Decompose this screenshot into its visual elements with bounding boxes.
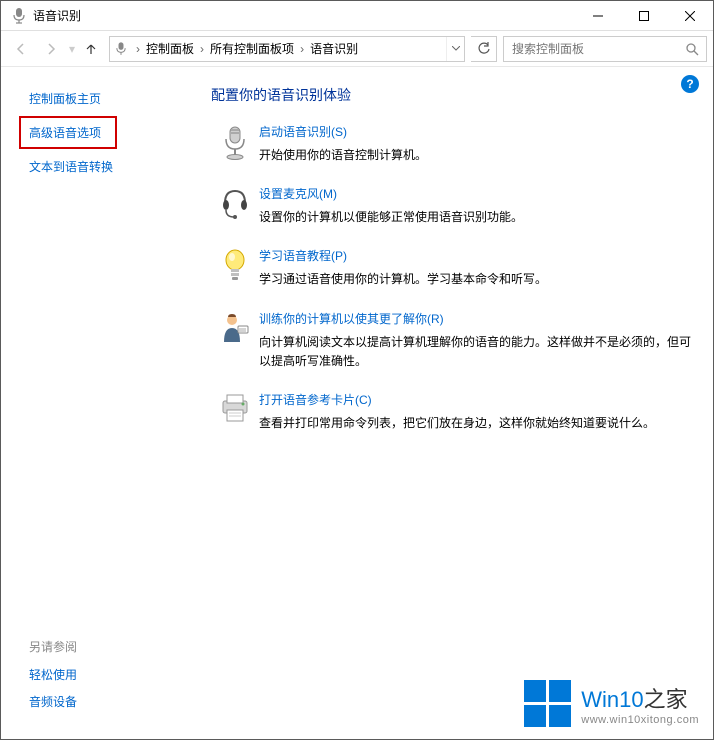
- chevron-right-icon[interactable]: ›: [196, 42, 208, 56]
- chevron-right-icon[interactable]: ›: [296, 42, 308, 56]
- sidebar-link-ease[interactable]: 轻松使用: [29, 661, 191, 688]
- option-link[interactable]: 启动语音识别(S): [259, 123, 347, 140]
- up-button[interactable]: [79, 37, 103, 61]
- search-box[interactable]: [503, 36, 707, 62]
- body: 控制面板主页 高级语音选项 文本到语音转换 另请参阅 轻松使用 音频设备 ? 配…: [1, 67, 713, 739]
- sidebar-link-audio[interactable]: 音频设备: [29, 688, 191, 715]
- sidebar-link-home[interactable]: 控制面板主页: [29, 85, 191, 112]
- chevron-right-icon[interactable]: ›: [132, 42, 144, 56]
- addressbar-mic-icon: [110, 42, 132, 56]
- option-tutorial: 学习语音教程(P) 学习通过语音使用你的计算机。学习基本命令和听写。: [211, 247, 693, 289]
- option-link[interactable]: 学习语音教程(P): [259, 247, 347, 264]
- option-train: 训练你的计算机以使其更了解你(R) 向计算机阅读文本以提高计算机理解你的语音的能…: [211, 310, 693, 371]
- option-setup-mic: 设置麦克风(M) 设置你的计算机以便能够正常使用语音识别功能。: [211, 185, 693, 227]
- person-icon: [211, 310, 259, 371]
- window-controls: [575, 1, 713, 31]
- address-bar[interactable]: › 控制面板 › 所有控制面板项 › 语音识别: [109, 36, 465, 62]
- option-link[interactable]: 训练你的计算机以使其更了解你(R): [259, 310, 444, 327]
- sidebar: 控制面板主页 高级语音选项 文本到语音转换 另请参阅 轻松使用 音频设备: [1, 67, 201, 739]
- refresh-button[interactable]: [471, 36, 497, 62]
- breadcrumb-part[interactable]: 所有控制面板项: [208, 40, 296, 57]
- option-reference: 打开语音参考卡片(C) 查看并打印常用命令列表，把它们放在身边，这样你就始终知道…: [211, 391, 693, 433]
- minimize-button[interactable]: [575, 1, 621, 31]
- address-dropdown[interactable]: [446, 37, 464, 61]
- option-desc: 设置你的计算机以便能够正常使用语音识别功能。: [259, 208, 693, 227]
- window: 语音识别 ▾ › 控制面板 › 所有控制面板项 › 语音识别: [0, 0, 714, 740]
- search-button[interactable]: [678, 37, 706, 61]
- option-desc: 查看并打印常用命令列表，把它们放在身边，这样你就始终知道要说什么。: [259, 414, 693, 433]
- titlebar: 语音识别: [1, 1, 713, 31]
- option-desc: 向计算机阅读文本以提高计算机理解你的语音的能力。这样做并不是必须的，但可以提高听…: [259, 333, 693, 371]
- option-start-speech: 启动语音识别(S) 开始使用你的语音控制计算机。: [211, 123, 693, 165]
- option-link[interactable]: 打开语音参考卡片(C): [259, 391, 372, 408]
- mic-icon: [11, 8, 27, 24]
- help-icon[interactable]: ?: [681, 75, 699, 93]
- see-also-heading: 另请参阅: [29, 638, 191, 655]
- search-input[interactable]: [504, 42, 678, 56]
- forward-button[interactable]: [37, 35, 65, 63]
- sidebar-spacer: [29, 180, 191, 638]
- headset-icon: [211, 185, 259, 227]
- option-desc: 开始使用你的语音控制计算机。: [259, 146, 693, 165]
- page-heading: 配置你的语音识别体验: [211, 85, 693, 105]
- sidebar-link-advanced[interactable]: 高级语音选项: [19, 116, 117, 149]
- printer-icon: [211, 391, 259, 433]
- back-button[interactable]: [7, 35, 35, 63]
- breadcrumb: 控制面板 › 所有控制面板项 › 语音识别: [144, 40, 446, 57]
- option-link[interactable]: 设置麦克风(M): [259, 185, 337, 202]
- window-title: 语音识别: [33, 7, 575, 24]
- main-content: ? 配置你的语音识别体验 启动语音识别(S) 开始使用你的语音控制计算机。 设置…: [201, 67, 713, 739]
- nav-separator: ▾: [69, 42, 75, 56]
- breadcrumb-part[interactable]: 语音识别: [308, 40, 360, 57]
- lightbulb-icon: [211, 247, 259, 289]
- microphone-icon: [211, 123, 259, 165]
- breadcrumb-part[interactable]: 控制面板: [144, 40, 196, 57]
- sidebar-link-tts[interactable]: 文本到语音转换: [29, 153, 191, 180]
- option-desc: 学习通过语音使用你的计算机。学习基本命令和听写。: [259, 270, 693, 289]
- close-button[interactable]: [667, 1, 713, 31]
- maximize-button[interactable]: [621, 1, 667, 31]
- navbar: ▾ › 控制面板 › 所有控制面板项 › 语音识别: [1, 31, 713, 67]
